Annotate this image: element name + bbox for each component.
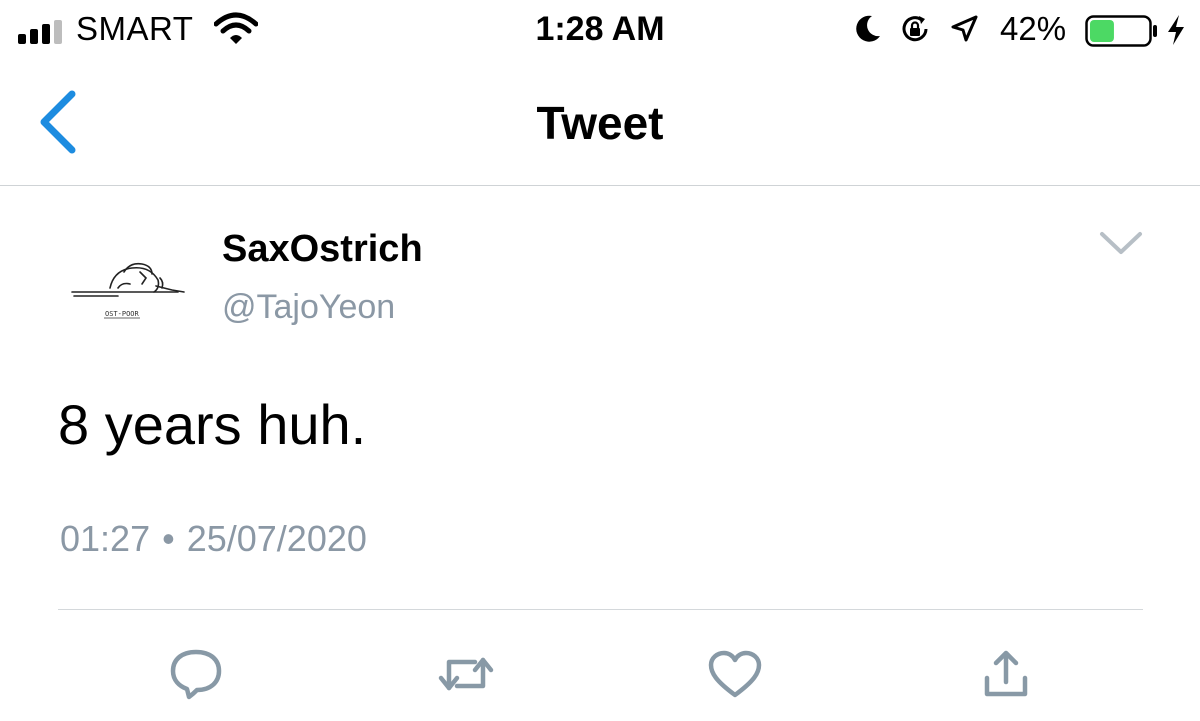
reply-icon[interactable] (167, 648, 225, 700)
location-icon (951, 15, 978, 42)
like-icon[interactable] (706, 648, 764, 700)
battery-percent: 42% (1000, 10, 1067, 47)
tweet-date: 25/07/2020 (186, 518, 367, 559)
display-name[interactable]: SaxOstrich (222, 228, 423, 271)
chevron-down-icon[interactable] (1096, 226, 1146, 260)
charging-bolt-icon (1168, 15, 1184, 45)
divider (58, 609, 1143, 610)
tweet-time: 01:27 (60, 518, 151, 559)
user-handle[interactable]: @TajoYeon (222, 288, 395, 327)
page-title: Tweet (536, 97, 664, 149)
share-icon[interactable] (977, 648, 1035, 700)
timestamp-separator: • (162, 518, 175, 559)
rotation-lock-icon (902, 16, 928, 42)
moon-icon (856, 15, 880, 42)
tweet-timestamp: 01:27 • 25/07/2020 (60, 518, 367, 560)
tweet-text: 8 years huh. (58, 393, 367, 456)
avatar-caption: OST-POOR (105, 310, 140, 318)
avatar[interactable]: OST-POOR (60, 230, 196, 330)
battery-icon (1085, 15, 1157, 47)
retweet-icon[interactable] (437, 648, 495, 700)
